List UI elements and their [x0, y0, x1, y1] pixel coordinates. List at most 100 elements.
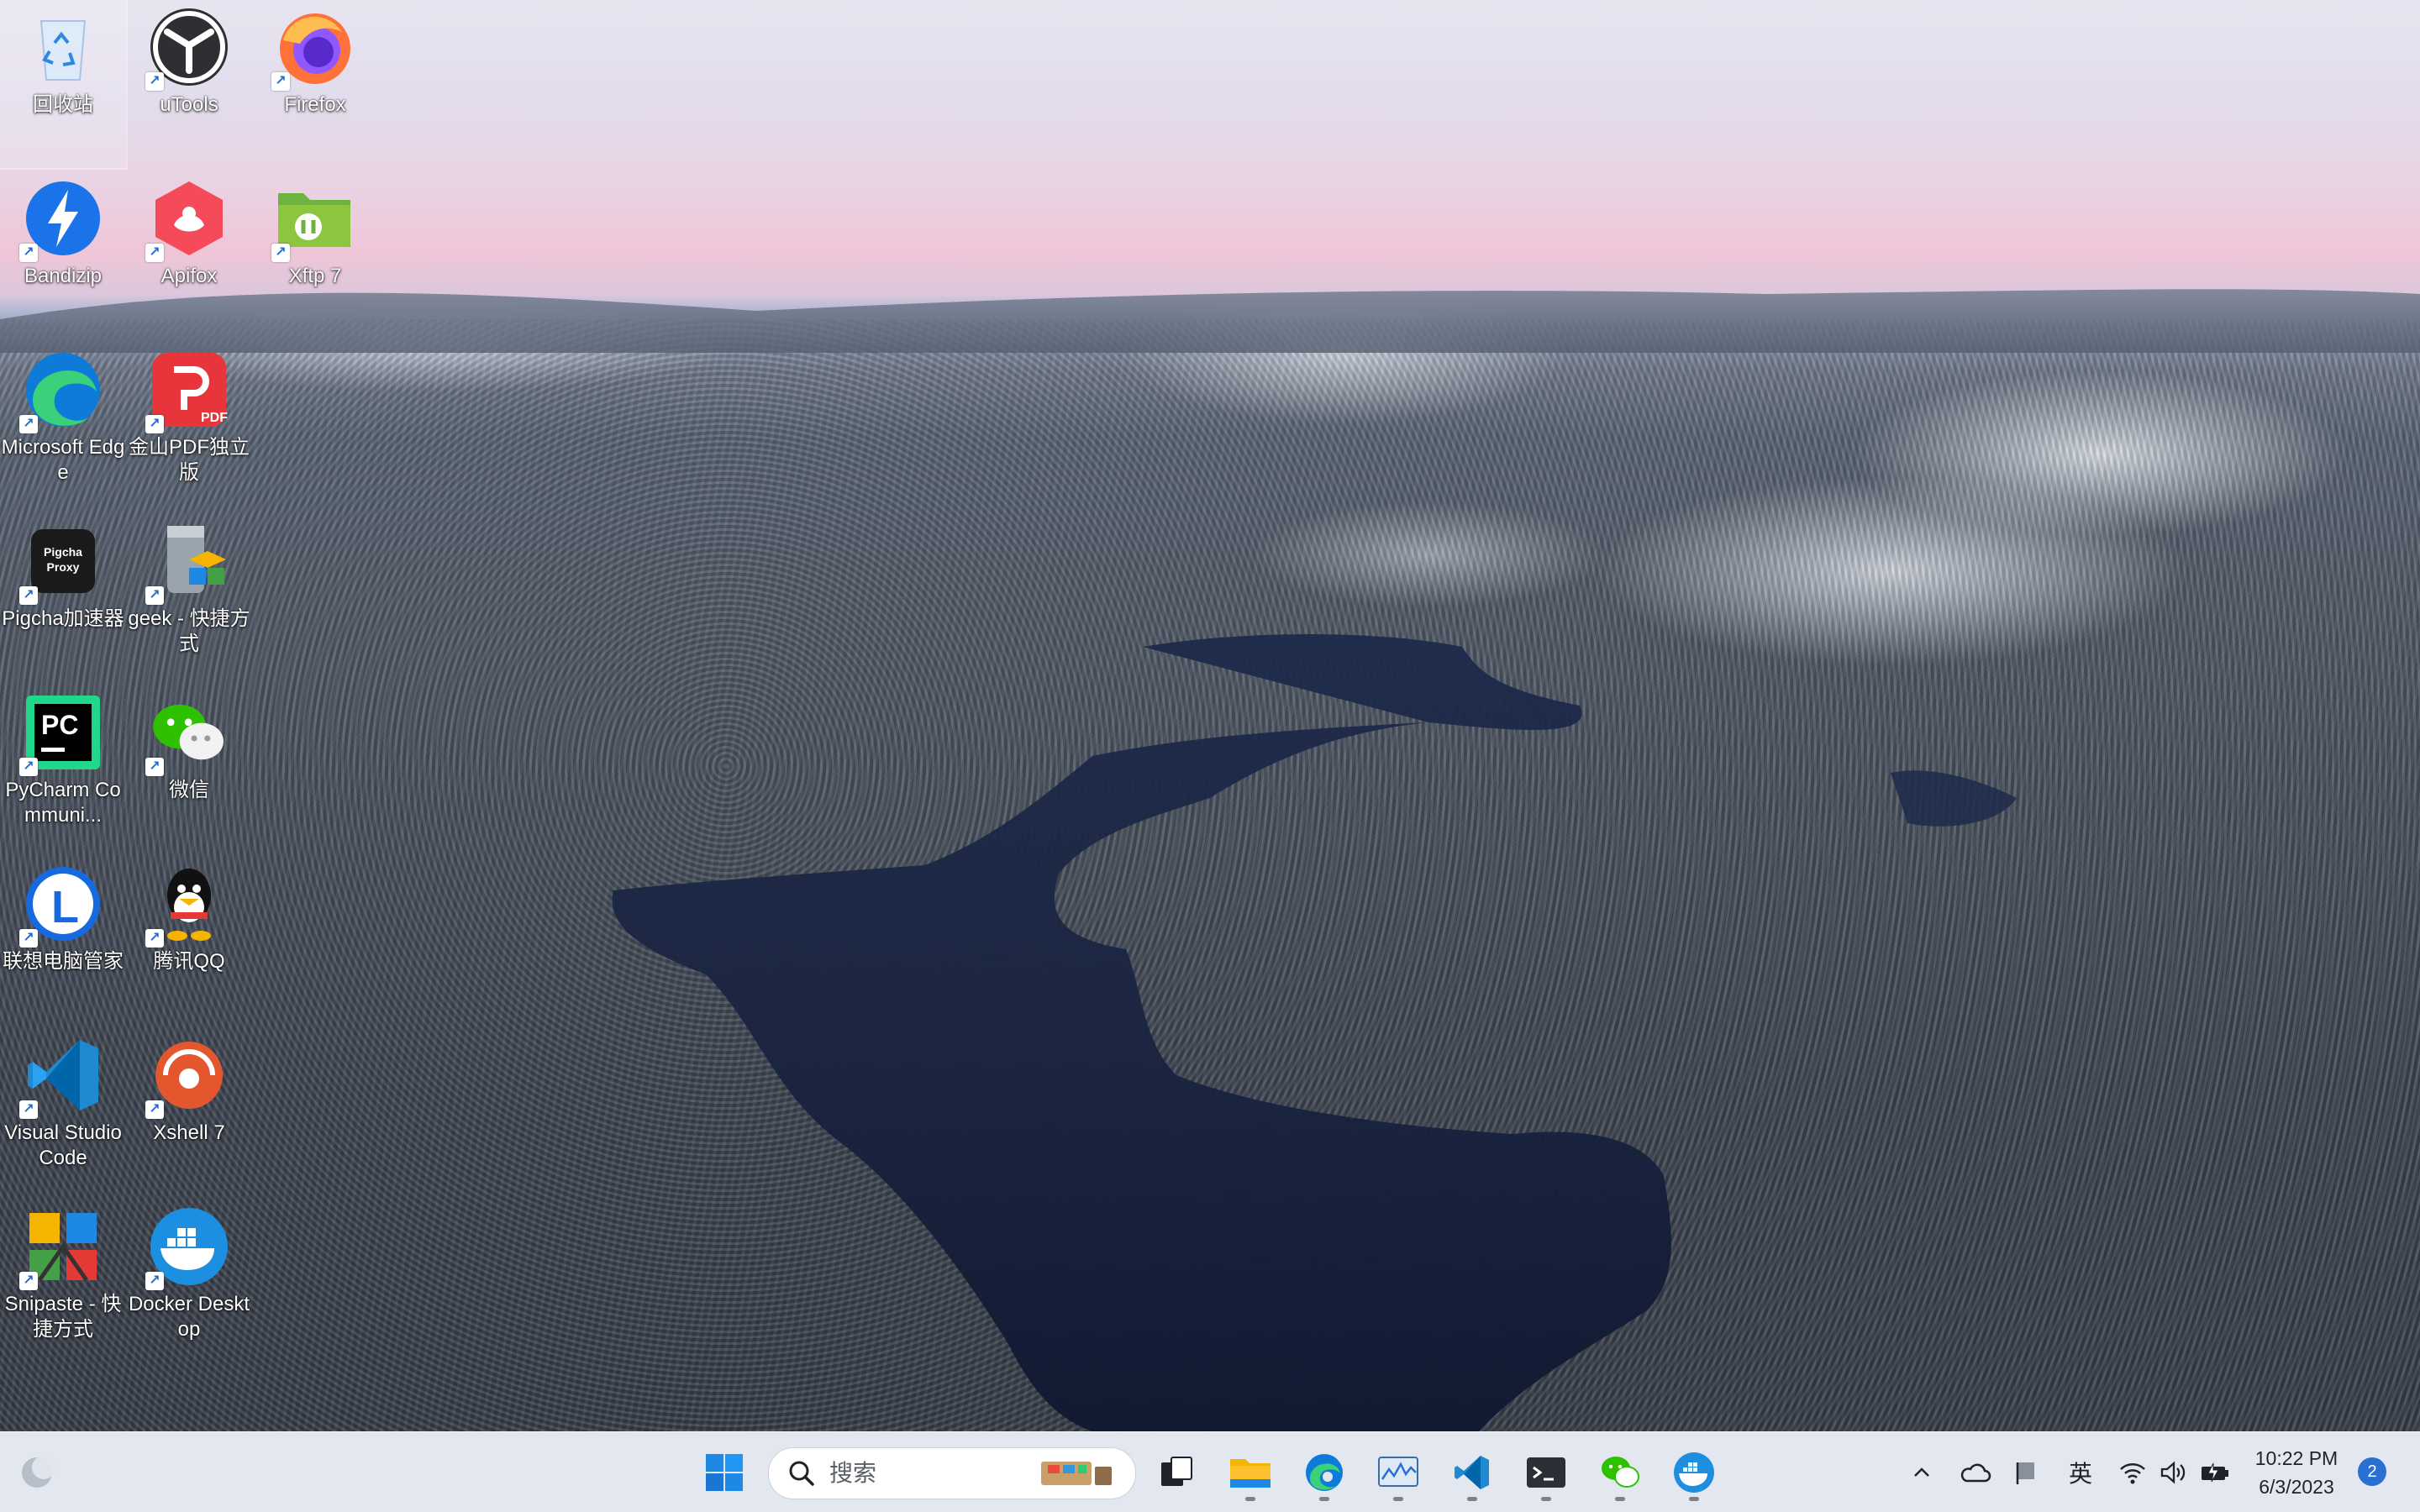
- tray-app-button[interactable]: [2005, 1449, 2047, 1496]
- desktop-icon-label: 金山PDF独立版: [129, 436, 250, 484]
- desktop-icon-apifox[interactable]: ↗ Apifox: [126, 171, 252, 339]
- edge-button[interactable]: [1294, 1442, 1355, 1503]
- desktop-icon-label: Xshell 7: [153, 1121, 225, 1144]
- desktop-icon-docker[interactable]: ↗ Docker Desktop: [126, 1200, 252, 1368]
- desktop-icon-label: Apifox: [160, 265, 218, 287]
- shortcut-arrow-icon: ↗: [19, 415, 38, 433]
- lenovo-manager-icon: L ↗: [19, 864, 103, 948]
- desktop-icon-wechat[interactable]: ↗ 微信: [126, 685, 252, 853]
- svg-text:PC: PC: [41, 710, 78, 740]
- terminal-icon: [1527, 1457, 1565, 1488]
- running-indicator: [1541, 1497, 1551, 1501]
- vscode-button[interactable]: [1442, 1442, 1502, 1503]
- docker-button[interactable]: [1664, 1442, 1724, 1503]
- desktop-icon-bandizip[interactable]: ↗ Bandizip: [0, 171, 126, 339]
- running-indicator: [1319, 1497, 1329, 1501]
- desktop-icon-label: Docker Desktop: [128, 1293, 250, 1341]
- shortcut-arrow-icon: ↗: [19, 929, 38, 948]
- edge-icon: ↗: [19, 349, 103, 433]
- resource-monitor-icon: [1378, 1457, 1418, 1487]
- notification-badge[interactable]: 2: [2358, 1457, 2386, 1486]
- folder-icon: [1230, 1459, 1270, 1488]
- cloud-icon: [1960, 1463, 1991, 1483]
- desktop-icon-label: Firefox: [284, 93, 346, 116]
- utools-icon: ↗: [145, 7, 229, 91]
- shortcut-arrow-icon: ↗: [145, 415, 164, 433]
- desktop-icon-pycharm[interactable]: PC ↗ PyCharm Communi...: [0, 685, 126, 853]
- running-indicator: [1245, 1497, 1255, 1501]
- edge-icon: [1306, 1454, 1343, 1491]
- terminal-button[interactable]: [1516, 1442, 1576, 1503]
- desktop-icon-vscode[interactable]: ↗ Visual Studio Code: [0, 1028, 126, 1196]
- shortcut-arrow-icon: ↗: [19, 758, 38, 776]
- desktop-icon-label: geek - 快捷方式: [128, 607, 250, 655]
- desktop-icon-utools[interactable]: ↗ uTools: [126, 0, 252, 168]
- desktop-icon-label: Microsoft Edge: [1, 436, 125, 484]
- chevron-up-icon: [1914, 1467, 1929, 1477]
- docker-icon: ↗: [145, 1206, 229, 1290]
- desktop-icon-label: Visual Studio Code: [4, 1121, 122, 1169]
- taskbar: 英 10:22 PM 6/3/2: [0, 1431, 2420, 1512]
- onedrive-button[interactable]: [1951, 1449, 1998, 1496]
- desktop-icon-kingsoft-pdf[interactable]: PDF ↗ 金山PDF独立版: [126, 343, 252, 511]
- shortcut-arrow-icon: ↗: [19, 244, 38, 262]
- svg-text:L: L: [51, 882, 79, 932]
- show-hidden-icons-button[interactable]: [1901, 1449, 1943, 1496]
- start-button[interactable]: [694, 1442, 755, 1503]
- desktop-icon-xshell[interactable]: ↗ Xshell 7: [126, 1028, 252, 1196]
- xftp-icon: ↗: [271, 178, 355, 262]
- file-explorer-button[interactable]: [1220, 1442, 1281, 1503]
- clock-date: 6/3/2023: [2259, 1476, 2334, 1498]
- running-indicator: [1615, 1497, 1625, 1501]
- shortcut-arrow-icon: ↗: [145, 72, 164, 91]
- shortcut-arrow-icon: ↗: [145, 586, 164, 605]
- running-indicator: [1689, 1497, 1699, 1501]
- network-button[interactable]: [2114, 1449, 2151, 1496]
- desktop-icon-recycle-bin[interactable]: 回收站: [0, 0, 128, 170]
- widgets-button[interactable]: [7, 1442, 67, 1503]
- desktop-icon-qq[interactable]: ↗ 腾讯QQ: [126, 857, 252, 1025]
- recycle-bin-icon: [23, 7, 103, 87]
- speaker-icon: [2160, 1461, 2186, 1484]
- running-indicator: [1393, 1497, 1403, 1501]
- shortcut-arrow-icon: ↗: [145, 244, 164, 262]
- bandizip-icon: ↗: [19, 178, 103, 262]
- desktop-icon-label: 微信: [169, 779, 209, 801]
- desktop-icon-firefox[interactable]: ↗ Firefox: [252, 0, 378, 168]
- shortcut-arrow-icon: ↗: [19, 1272, 38, 1290]
- ime-label: 英: [2068, 1461, 2092, 1487]
- desktop-icon-snipaste[interactable]: ↗ Snipaste - 快捷方式: [0, 1200, 126, 1368]
- desktop-icon-geek[interactable]: ↗ geek - 快捷方式: [126, 514, 252, 682]
- desktop: 回收站 ↗ uTools ↗ Firefox ↗ Bandizip ↗ Apifox ↗ Xftp …: [0, 0, 2420, 1512]
- clock-time: 10:22 PM: [2254, 1447, 2338, 1469]
- desktop-icon-label: 腾讯QQ: [153, 950, 225, 973]
- task-view-button[interactable]: [1146, 1442, 1207, 1503]
- svg-text:Pigcha: Pigcha: [44, 545, 82, 559]
- desktop-icon-label: Bandizip: [24, 265, 103, 287]
- ime-indicator[interactable]: 英: [2057, 1449, 2104, 1496]
- search-input[interactable]: [828, 1459, 1033, 1488]
- desktop-icon-lenovo-manager[interactable]: L ↗ 联想电脑管家: [0, 857, 126, 1025]
- pycharm-icon: PC ↗: [19, 692, 103, 776]
- desktop-icon-edge[interactable]: ↗ Microsoft Edge: [0, 343, 126, 511]
- wechat-button[interactable]: [1590, 1442, 1650, 1503]
- kingsoft-pdf-icon: PDF ↗: [145, 349, 229, 433]
- desktop-icon-xftp[interactable]: ↗ Xftp 7: [252, 171, 378, 339]
- clock[interactable]: 10:22 PM 6/3/2023: [2242, 1444, 2351, 1501]
- desktop-icon-label: 回收站: [33, 93, 93, 116]
- windows-icon: [706, 1454, 743, 1491]
- monitor-button[interactable]: [1368, 1442, 1428, 1503]
- vscode-icon: [1455, 1456, 1489, 1489]
- wechat-icon: ↗: [145, 692, 229, 776]
- flag-icon: [2016, 1462, 2034, 1484]
- geek-icon: ↗: [145, 521, 229, 605]
- shortcut-arrow-icon: ↗: [271, 72, 290, 91]
- volume-button[interactable]: [2154, 1449, 2191, 1496]
- docker-icon: [1674, 1452, 1714, 1493]
- desktop-icon-label: PyCharm Communi...: [5, 779, 121, 827]
- desktop-icon-label: 联想电脑管家: [3, 950, 124, 973]
- shortcut-arrow-icon: ↗: [19, 586, 38, 605]
- taskbar-search[interactable]: [768, 1447, 1136, 1499]
- battery-button[interactable]: [2195, 1449, 2235, 1496]
- desktop-icon-pigcha[interactable]: Pigcha Proxy ↗ Pigcha加速器: [0, 514, 126, 682]
